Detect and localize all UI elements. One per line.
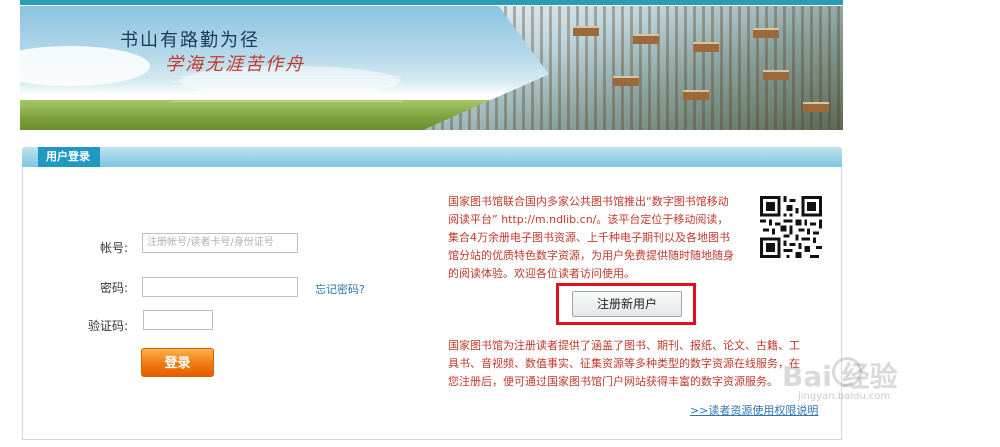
promo-line: 馆分站的优质特色数字资源，为用户免费提供随时随地随身 (448, 249, 734, 262)
forgot-password-link[interactable]: 忘记密码? (315, 281, 365, 297)
promo-line: 集合4万余册电子图书资源、上千种电子期刊以及各地图书 (448, 231, 730, 244)
info-line: 您注册后，便可通过国家图书馆门户网站获得丰富的数字资源服务。 (448, 375, 778, 388)
cloud-decoration (20, 46, 150, 86)
password-label: 密码: (100, 281, 129, 295)
panel-header: 用户登录 (22, 147, 842, 167)
qr-code-icon (760, 196, 822, 258)
info-line: 国家图书馆为注册读者提供了涵盖了图书、期刊、报纸、论文、古籍、工 (448, 339, 800, 352)
register-info-text: 国家图书馆为注册读者提供了涵盖了图书、期刊、报纸、论文、古籍、工 具书、音视频、… (448, 337, 800, 391)
library-image (423, 6, 843, 130)
banner-slogan-line2: 学海无涯苦作舟 (165, 54, 305, 75)
top-accent-bar (20, 0, 843, 5)
mobile-promo-text: 国家图书馆联合国内多家公共图书馆推出“数字图书馆移动 阅读平台” http://… (448, 193, 734, 283)
baidu-watermark-url: jingyan.baidu.com (798, 391, 891, 402)
baidu-watermark: Bai 经验 (782, 360, 898, 393)
header-banner: 书山有路勤为径 学海无涯苦作舟 (20, 6, 843, 130)
promo-line: 阅读平台” http://m.ndlib.cn/。该平台定位于移动阅读， (448, 213, 729, 226)
account-label: 帐号: (100, 241, 129, 255)
account-input[interactable]: 注册帐号/读者卡号/身份证号 (142, 233, 298, 253)
register-highlight-box: 注册新用户 (556, 283, 696, 325)
banner-faint-text (172, 76, 402, 106)
promo-line: 的阅读体验。欢迎各位读者访问使用。 (448, 267, 635, 280)
register-button[interactable]: 注册新用户 (572, 291, 682, 317)
promo-line: 国家图书馆联合国内多家公共图书馆推出“数字图书馆移动 (448, 195, 729, 208)
captcha-input[interactable] (143, 310, 213, 330)
login-button[interactable]: 登录 (141, 348, 214, 377)
info-line: 具书、音视频、数值事实、征集资源等多种类型的数字资源在线服务，在 (448, 357, 800, 370)
password-input[interactable] (142, 277, 298, 297)
captcha-label: 验证码: (88, 319, 129, 333)
rights-link[interactable]: >>读者资源使用权限说明 (690, 402, 818, 418)
panel-title: 用户登录 (38, 147, 100, 167)
banner-slogan-line1: 书山有路勤为径 (120, 30, 260, 51)
